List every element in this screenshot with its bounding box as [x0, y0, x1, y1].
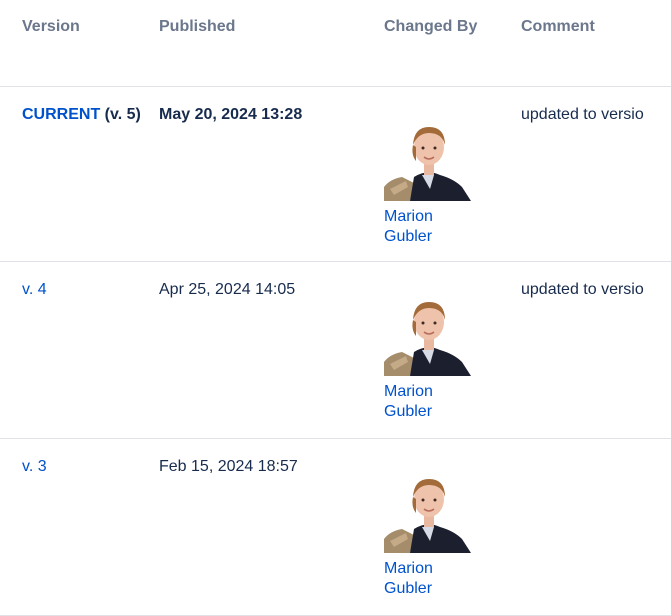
user-link[interactable]: Marion Gubler: [384, 207, 454, 247]
table-header: Version Published Changed By Comment: [0, 0, 671, 87]
comment-cell: updated to versio: [521, 280, 644, 300]
current-version-suffix: (v. 5): [100, 106, 141, 123]
comment-text: updated to versio: [521, 106, 644, 123]
user-link[interactable]: Marion Gubler: [384, 559, 454, 599]
header-published: Published: [159, 18, 236, 35]
table-row: v. 3 Feb 15, 2024 18:57 Marion Gubler: [0, 439, 671, 616]
version-link[interactable]: v. 4: [22, 281, 47, 298]
header-version: Version: [22, 18, 80, 35]
table-row: CURRENT (v. 5) May 20, 2024 13:28 Marion…: [0, 87, 671, 262]
published-date: May 20, 2024 13:28: [157, 105, 303, 125]
comment-cell: updated to versio: [521, 105, 644, 125]
user-link[interactable]: Marion Gubler: [384, 382, 454, 422]
changed-by-cell: Marion Gubler: [384, 292, 484, 422]
user-avatar-icon[interactable]: [384, 117, 471, 201]
published-date: Feb 15, 2024 18:57: [159, 458, 298, 475]
version-cell: v. 4: [22, 280, 159, 300]
comment-text: updated to versio: [521, 281, 644, 298]
version-cell: CURRENT (v. 5): [22, 105, 159, 125]
user-avatar-icon[interactable]: [384, 292, 471, 376]
changed-by-cell: Marion Gubler: [384, 469, 484, 599]
version-link[interactable]: v. 3: [22, 458, 47, 475]
version-cell: v. 3: [22, 457, 159, 477]
header-comment: Comment: [521, 18, 595, 35]
changed-by-cell: Marion Gubler: [384, 117, 484, 247]
table-row: v. 4 Apr 25, 2024 14:05 Marion Gubler up…: [0, 262, 671, 439]
user-avatar-icon[interactable]: [384, 469, 471, 553]
published-date: Apr 25, 2024 14:05: [159, 281, 296, 298]
header-changed-by: Changed By: [384, 18, 478, 35]
current-version-link[interactable]: CURRENT: [22, 106, 100, 123]
page-history-table: Version Published Changed By Comment CUR…: [0, 0, 671, 616]
